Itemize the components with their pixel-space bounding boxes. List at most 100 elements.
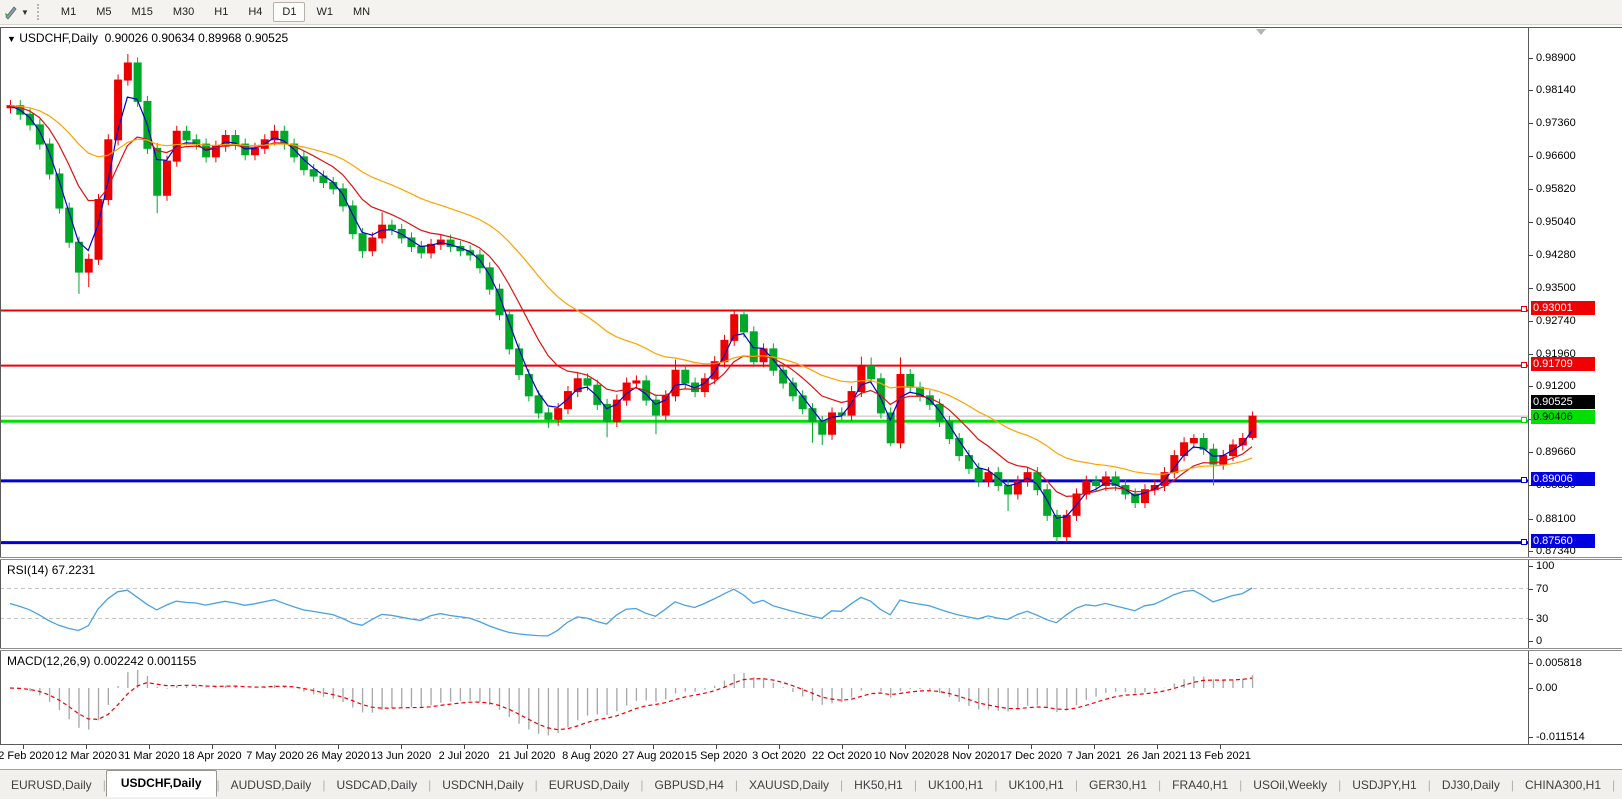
cursor-crosshair-icon[interactable] bbox=[1, 3, 21, 21]
candle-body bbox=[1093, 481, 1100, 485]
price-badge-0.93001: 0.93001 bbox=[1531, 301, 1595, 315]
chart-symbol-label: USDCHF,Daily bbox=[19, 31, 98, 45]
symbol-tab-usdcnhdaily[interactable]: USDCNH,Daily bbox=[431, 774, 534, 796]
date-label: 13 Jun 2020 bbox=[366, 750, 436, 762]
timeframe-button-m1[interactable]: M1 bbox=[52, 2, 85, 22]
date-label: 15 Sep 2020 bbox=[681, 750, 751, 762]
moving-average-fast bbox=[10, 106, 1252, 475]
date-tick bbox=[401, 745, 402, 749]
price-tick-label: 0.93500 bbox=[1536, 282, 1576, 294]
price-badge-0.90525: 0.90525 bbox=[1531, 395, 1595, 409]
candle-body bbox=[995, 473, 1002, 486]
candle-body bbox=[418, 246, 425, 252]
timeframe-button-mn[interactable]: MN bbox=[344, 2, 379, 22]
symbol-tab-usdcaddaily[interactable]: USDCAD,Daily bbox=[325, 774, 428, 796]
line-handle[interactable] bbox=[1521, 539, 1527, 545]
symbol-tab-hk50h1[interactable]: HK50,H1 bbox=[843, 774, 914, 796]
rsi-plot[interactable] bbox=[0, 560, 1528, 648]
ohlc-open: 0.90026 bbox=[105, 31, 148, 45]
chart-tool-dropdown-icon[interactable]: ▼ bbox=[21, 8, 29, 17]
date-tick bbox=[275, 745, 276, 749]
candle-body bbox=[868, 366, 875, 379]
date-tick bbox=[23, 745, 24, 749]
date-axis[interactable]: 22 Feb 202012 Mar 202031 Mar 202018 Apr … bbox=[0, 745, 1622, 769]
symbol-tab-usdchfdaily[interactable]: USDCHF,Daily bbox=[106, 770, 217, 797]
moving-average-medium bbox=[10, 106, 1252, 497]
date-label: 31 Mar 2020 bbox=[114, 750, 184, 762]
macd-label: MACD(12,26,9) 0.002242 0.001155 bbox=[7, 654, 196, 668]
symbol-tab-uk100h1[interactable]: UK100,H1 bbox=[997, 774, 1074, 796]
date-label: 21 Jul 2020 bbox=[492, 750, 562, 762]
symbol-tab-xauusddaily[interactable]: XAUUSD,Daily bbox=[738, 774, 840, 796]
price-tick-label: 0.92740 bbox=[1536, 315, 1576, 327]
date-label: 22 Feb 2020 bbox=[0, 750, 58, 762]
candle-body bbox=[897, 375, 904, 443]
candle-body bbox=[359, 234, 366, 251]
symbol-tab-ger30h1[interactable]: GER30,H1 bbox=[1078, 774, 1158, 796]
price-tick-label: 0.95820 bbox=[1536, 183, 1576, 195]
candle-body bbox=[369, 238, 376, 251]
candle-body bbox=[633, 381, 640, 383]
date-tick bbox=[842, 745, 843, 749]
price-tick-label: 0.98900 bbox=[1536, 52, 1576, 64]
candle-body bbox=[281, 131, 288, 144]
rsi-label: RSI(14) 67.2231 bbox=[7, 563, 95, 577]
timeframe-button-m5[interactable]: M5 bbox=[87, 2, 120, 22]
symbol-tab-u[interactable]: U bbox=[1615, 774, 1622, 796]
symbol-tab-china300h1[interactable]: CHINA300,H1 bbox=[1514, 774, 1612, 796]
symbol-tab-eurusddaily[interactable]: EURUSD,Daily bbox=[538, 774, 641, 796]
line-handle[interactable] bbox=[1521, 477, 1527, 483]
symbol-tab-usoilweekly[interactable]: USOil,Weekly bbox=[1242, 774, 1338, 796]
timeframe-button-h1[interactable]: H1 bbox=[205, 2, 237, 22]
symbol-tab-usdjpyh1[interactable]: USDJPY,H1 bbox=[1341, 774, 1427, 796]
toolbar-grip[interactable] bbox=[37, 4, 43, 20]
candle-body bbox=[574, 379, 581, 392]
line-handle[interactable] bbox=[1521, 306, 1527, 312]
date-label: 7 Jan 2021 bbox=[1059, 750, 1129, 762]
timeframe-button-w1[interactable]: W1 bbox=[307, 2, 342, 22]
symbol-dropdown-icon[interactable]: ▼ bbox=[7, 34, 16, 44]
price-badge-0.87560: 0.87560 bbox=[1531, 534, 1595, 548]
rsi-tick-label: 30 bbox=[1536, 613, 1548, 625]
candle-body bbox=[985, 473, 992, 482]
candle-body bbox=[1220, 456, 1227, 465]
ohlc-low: 0.89968 bbox=[198, 31, 241, 45]
date-tick bbox=[1157, 745, 1158, 749]
rsi-tick-label: 0 bbox=[1536, 635, 1542, 647]
timeframe-toolbar: ▼ M1M5M15M30H1H4D1W1MN bbox=[0, 0, 1622, 25]
date-tick bbox=[338, 745, 339, 749]
timeframe-button-h4[interactable]: H4 bbox=[239, 2, 271, 22]
candle-body bbox=[75, 242, 82, 272]
candle-body bbox=[1005, 485, 1012, 494]
candle-body bbox=[584, 379, 591, 385]
symbol-tab-fra40h1[interactable]: FRA40,H1 bbox=[1161, 774, 1239, 796]
price-tick-label: 0.96600 bbox=[1536, 150, 1576, 162]
timeframe-button-m30[interactable]: M30 bbox=[164, 2, 203, 22]
date-tick bbox=[968, 745, 969, 749]
symbol-tab-eurusddaily[interactable]: EURUSD,Daily bbox=[0, 774, 103, 796]
rsi-tick-label: 100 bbox=[1536, 560, 1554, 572]
symbol-tab-gbpusdh4[interactable]: GBPUSD,H4 bbox=[644, 774, 735, 796]
price-badge-0.91709: 0.91709 bbox=[1531, 357, 1595, 371]
ohlc-high: 0.90634 bbox=[151, 31, 194, 45]
macd-main-value: 0.002242 bbox=[94, 654, 144, 668]
macd-tick-label: -0.011514 bbox=[1536, 731, 1585, 743]
chart-bottom-border bbox=[0, 744, 1622, 745]
line-handle[interactable] bbox=[1521, 362, 1527, 368]
pane-divider-macd[interactable] bbox=[0, 648, 1622, 651]
ohlc-close: 0.90525 bbox=[245, 31, 288, 45]
date-label: 17 Dec 2020 bbox=[996, 750, 1066, 762]
symbol-tab-dj30daily[interactable]: DJ30,Daily bbox=[1431, 774, 1511, 796]
symbol-tab-uk100h1[interactable]: UK100,H1 bbox=[917, 774, 994, 796]
price-chart-plot[interactable] bbox=[0, 28, 1528, 557]
pane-divider-rsi[interactable] bbox=[0, 557, 1622, 560]
timeframe-button-d1[interactable]: D1 bbox=[273, 2, 305, 22]
moving-average-slow bbox=[10, 97, 1252, 518]
candle-body bbox=[907, 375, 914, 388]
symbol-tab-audusddaily[interactable]: AUDUSD,Daily bbox=[220, 774, 323, 796]
timeframe-button-m15[interactable]: M15 bbox=[122, 2, 161, 22]
chart-shift-marker[interactable] bbox=[1256, 29, 1266, 35]
macd-plot[interactable] bbox=[0, 651, 1528, 744]
line-handle[interactable] bbox=[1521, 417, 1527, 423]
candle-body bbox=[1249, 416, 1256, 437]
